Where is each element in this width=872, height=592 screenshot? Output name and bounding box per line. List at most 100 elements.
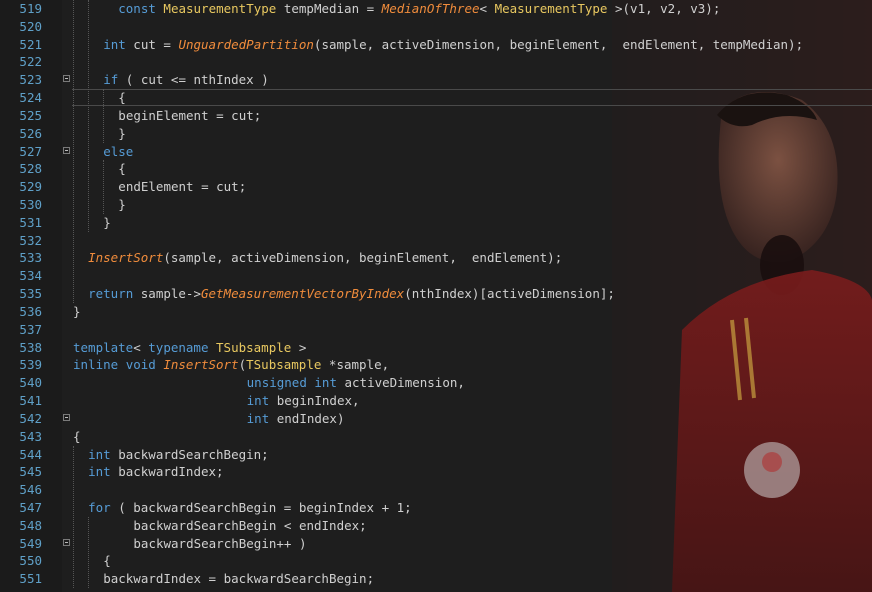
line-number: 531: [19, 214, 42, 230]
line-number: 533: [19, 250, 42, 266]
code-line[interactable]: 527 else: [0, 143, 872, 161]
indent-guide: [73, 0, 74, 303]
code-line[interactable]: 526}: [0, 125, 872, 143]
line-number: 549: [19, 535, 42, 551]
line-number: 543: [19, 428, 42, 444]
line-number: 539: [19, 357, 42, 373]
code-line[interactable]: 548 backwardSearchBegin < endIndex;: [0, 517, 872, 535]
line-number: 522: [19, 54, 42, 70]
code-line[interactable]: 541 int beginIndex,: [0, 392, 872, 410]
line-number: 536: [19, 303, 42, 319]
code-text[interactable]: backwardSearchBegin < endIndex;: [133, 517, 366, 535]
line-number: 546: [19, 482, 42, 498]
code-line[interactable]: 549 backwardSearchBegin++ ): [0, 535, 872, 553]
code-text[interactable]: inline void InsertSort(TSubsample *sampl…: [73, 356, 389, 374]
code-line[interactable]: 536}: [0, 303, 872, 321]
code-line[interactable]: 535 return sample->GetMeasurementVectorBy…: [0, 285, 872, 303]
line-number: 551: [19, 571, 42, 587]
code-editor[interactable]: 519 const MeasurementType tempMedian = M…: [0, 0, 872, 592]
code-line[interactable]: 524 {: [0, 89, 872, 107]
line-number: 519: [19, 1, 42, 16]
code-text[interactable]: }: [103, 214, 111, 232]
code-line[interactable]: 520: [0, 18, 872, 36]
line-number: 542: [19, 410, 42, 426]
line-number: 529: [19, 179, 42, 195]
code-line[interactable]: 544 int backwardSearchBegin;: [0, 446, 872, 464]
indent-guide: [103, 160, 105, 214]
fold-toggle-icon[interactable]: [63, 413, 70, 421]
code-line[interactable]: 528 {: [0, 160, 872, 178]
code-text[interactable]: {: [118, 89, 126, 107]
code-text[interactable]: return sample->GetMeasurementVectorByInd…: [88, 285, 615, 303]
code-line[interactable]: 551 backwardIndex = backwardSearchBegin;: [0, 570, 872, 588]
code-text[interactable]: beginElement = cut;: [118, 107, 261, 125]
code-text[interactable]: backwardIndex = backwardSearchBegin;: [103, 570, 374, 588]
code-text[interactable]: int backwardSearchBegin;: [88, 446, 269, 464]
line-number: 548: [19, 517, 42, 533]
line-number: 521: [19, 36, 42, 52]
code-text[interactable]: {: [73, 428, 81, 446]
code-line[interactable]: 545 int backwardIndex;: [0, 463, 872, 481]
code-line[interactable]: 546: [0, 481, 872, 499]
line-number: 541: [19, 393, 42, 409]
indent-guide: [88, 0, 90, 232]
code-text[interactable]: InsertSort(sample, activeDimension, begi…: [88, 249, 562, 267]
indent-guide: [88, 516, 90, 589]
code-text[interactable]: if ( cut <= nthIndex ): [103, 71, 269, 89]
code-line[interactable]: 521 int cut = UnguardedPartition(sample, …: [0, 36, 872, 54]
code-text[interactable]: }: [73, 303, 81, 321]
line-number: 544: [19, 446, 42, 462]
code-line[interactable]: 539 inline void InsertSort(TSubsample *sa…: [0, 356, 872, 374]
code-line[interactable]: 523 if ( cut <= nthIndex ): [0, 71, 872, 89]
code-line[interactable]: 547 for ( backwardSearchBegin = beginInde…: [0, 499, 872, 517]
code-line[interactable]: 525 beginElement = cut;: [0, 107, 872, 125]
line-number: 526: [19, 125, 42, 141]
code-text[interactable]: {: [118, 160, 126, 178]
code-line[interactable]: 542 int endIndex): [0, 410, 872, 428]
fold-toggle-icon[interactable]: [63, 146, 70, 154]
code-text[interactable]: endElement = cut;: [118, 178, 246, 196]
code-line[interactable]: 540 unsigned int activeDimension,: [0, 374, 872, 392]
code-text[interactable]: const MeasurementType tempMedian = Media…: [103, 0, 720, 18]
code-text[interactable]: int backwardIndex;: [88, 463, 223, 481]
code-line[interactable]: 537: [0, 321, 872, 339]
code-text[interactable]: }: [118, 125, 126, 143]
fold-toggle-icon[interactable]: [63, 538, 70, 546]
code-text[interactable]: int endIndex): [247, 410, 345, 428]
line-number: 535: [19, 286, 42, 302]
code-text[interactable]: }: [118, 196, 126, 214]
indent-guide: [103, 89, 105, 143]
code-line[interactable]: 543 {: [0, 428, 872, 446]
line-number: 530: [19, 197, 42, 213]
code-text[interactable]: {: [103, 552, 111, 570]
code-line[interactable]: 550 {: [0, 552, 872, 570]
code-line[interactable]: 519 const MeasurementType tempMedian = M…: [0, 0, 872, 18]
code-line[interactable]: 538 template< typename TSubsample >: [0, 339, 872, 357]
code-line[interactable]: 522: [0, 53, 872, 71]
code-line[interactable]: 533 InsertSort(sample, activeDimension, b…: [0, 249, 872, 267]
line-number: 534: [19, 268, 42, 284]
code-text[interactable]: template< typename TSubsample >: [73, 339, 306, 357]
code-text[interactable]: for ( backwardSearchBegin = beginIndex +…: [88, 499, 412, 517]
line-number: 545: [19, 464, 42, 480]
code-line[interactable]: 529 endElement = cut;: [0, 178, 872, 196]
line-number: 532: [19, 232, 42, 248]
line-number: 550: [19, 553, 42, 569]
line-number: 524: [19, 90, 42, 106]
code-text[interactable]: else: [103, 143, 133, 161]
line-number: 540: [19, 375, 42, 391]
line-number: 523: [19, 72, 42, 88]
code-line[interactable]: 534: [0, 267, 872, 285]
line-number: 525: [19, 107, 42, 123]
code-line[interactable]: 531}: [0, 214, 872, 232]
code-text[interactable]: unsigned int activeDimension,: [247, 374, 465, 392]
code-text[interactable]: int cut = UnguardedPartition(sample, act…: [103, 36, 803, 54]
line-number: 520: [19, 18, 42, 34]
code-line[interactable]: 530}: [0, 196, 872, 214]
fold-toggle-icon[interactable]: [63, 75, 70, 83]
code-text[interactable]: backwardSearchBegin++ ): [133, 535, 306, 553]
line-number: 537: [19, 321, 42, 337]
line-number: 527: [19, 143, 42, 159]
code-line[interactable]: 532: [0, 232, 872, 250]
code-text[interactable]: int beginIndex,: [247, 392, 360, 410]
